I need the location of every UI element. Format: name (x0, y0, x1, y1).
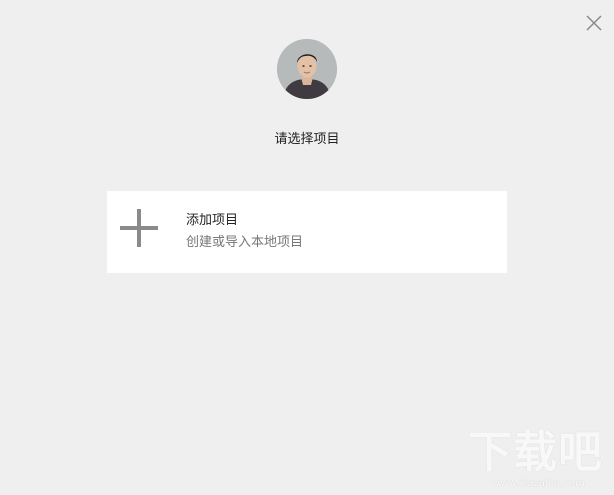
add-project-title: 添加项目 (186, 213, 239, 228)
user-avatar-image (277, 39, 337, 99)
watermark-brand: 下载吧 (468, 427, 603, 478)
close-button[interactable] (583, 12, 605, 34)
plus-icon (120, 209, 158, 247)
avatar[interactable] (277, 39, 337, 99)
close-icon (586, 15, 602, 31)
add-project-subtitle: 创建或导入本地项目 (186, 235, 304, 250)
watermark-url: www.xiazaiba.com (492, 478, 585, 489)
watermark: 下载吧 www.xiazaiba.com (468, 428, 612, 492)
select-project-prompt: 请选择项目 (274, 132, 340, 147)
add-project-card[interactable] (107, 191, 507, 273)
